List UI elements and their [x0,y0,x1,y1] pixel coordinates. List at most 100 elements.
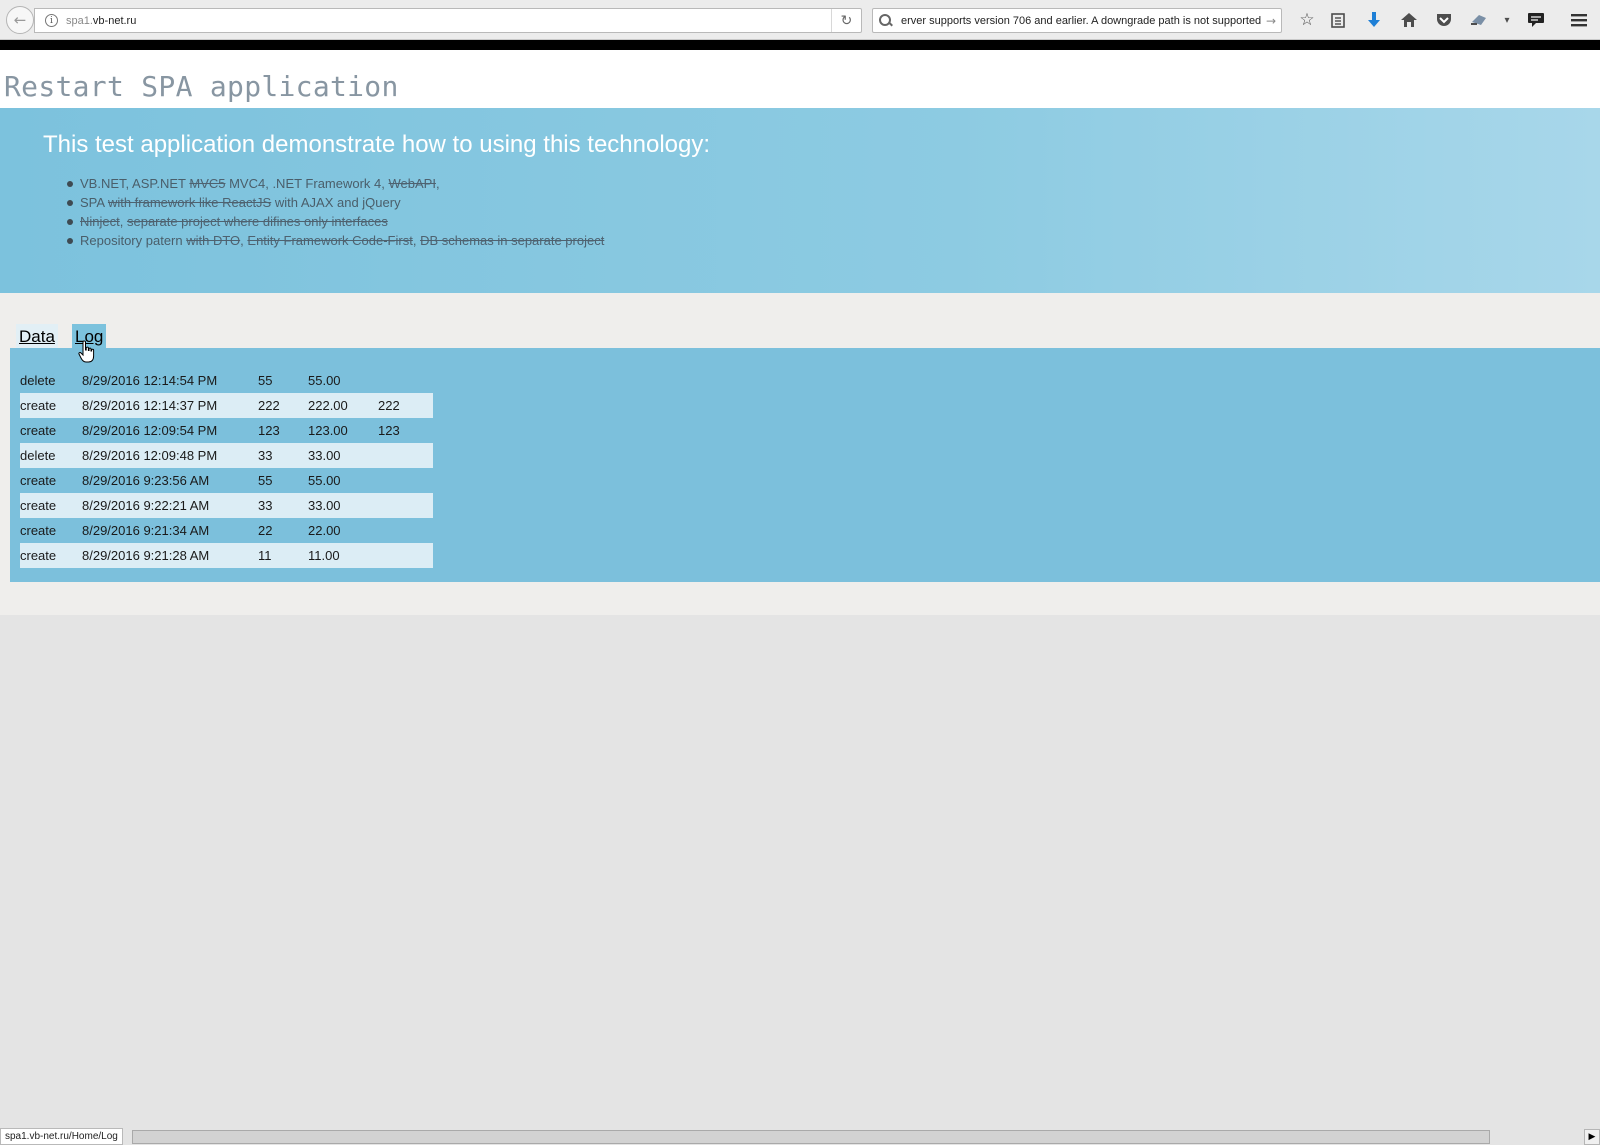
struck-text: with framework like ReactJS [107,195,272,210]
item-text: Repository patern [80,233,187,248]
log-name-cell [378,468,433,493]
hero-heading: This test application demonstrate how to… [43,131,711,158]
page-content: Restart SPA application This test applic… [0,50,1600,1128]
browser-toolbar: ← i spa1.vb-net.ru ↻ erver supports vers… [0,0,1600,40]
search-bar[interactable]: erver supports version 706 and earlier. … [872,8,1282,33]
log-id-cell: 11 [258,543,308,568]
download-arrow-icon[interactable] [1363,9,1385,31]
chevron-down-icon[interactable]: ▾ [1496,9,1518,31]
table-row: create 8/29/2016 9:22:21 AM 33 33.00 [20,493,433,518]
technology-item: Ninject, separate project where difines … [66,212,604,231]
back-arrow-icon: ← [13,11,27,29]
technology-list: VB.NET, ASP.NET MVC5 MVC4, .NET Framewor… [66,174,605,250]
toolbar-divider [0,40,1600,50]
home-svg [1401,13,1417,27]
log-action-cell: delete [20,373,56,388]
log-price-cell: 22.00 [308,523,341,538]
hand-cursor-icon [78,340,95,363]
hamburger-menu-icon[interactable] [1568,9,1590,31]
log-date-cell: 8/29/2016 12:14:37 PM [82,393,258,418]
table-row: create 8/29/2016 9:21:34 AM 22 22.00 [20,518,433,543]
address-bar[interactable]: i spa1.vb-net.ru ↻ [34,8,862,33]
status-url: spa1.vb-net.ru/Home/Log [0,1128,123,1145]
url-host: spa1. [66,14,93,27]
struck-text: MVC5 [189,176,226,191]
search-icon [879,13,893,28]
struck-text: DB schemas in separate project [420,233,605,248]
log-panel: delete 8/29/2016 12:14:54 PM 55 55.00 create… [10,348,1600,582]
sync-svg [1471,15,1486,25]
log-name-cell: 123 [378,423,400,438]
table-row: delete 8/29/2016 12:09:48 PM 33 33.00 [20,443,433,468]
scroll-right-arrow-icon[interactable]: ▶ [1584,1129,1600,1145]
speech-bubble-icon[interactable] [1525,9,1547,31]
log-price-cell: 55.00 [308,373,341,388]
back-button[interactable]: ← [6,6,34,34]
item-text: SPA [80,195,108,210]
log-id-cell: 22 [258,523,273,538]
log-price-cell: 33.00 [308,443,378,468]
reload-icon[interactable]: ↻ [831,9,861,32]
star-icon[interactable]: ☆ [1296,9,1318,31]
log-action-cell: create [20,543,82,568]
info-icon[interactable]: i [45,14,58,27]
struck-text: with DTO [186,233,241,248]
item-text: VB.NET, ASP.NET [80,176,190,191]
log-price-cell: 55.00 [308,473,341,488]
pocket-icon[interactable] [1433,9,1455,31]
log-price-cell: 33.00 [308,493,378,518]
log-id-cell: 222 [258,393,308,418]
item-text: , [412,233,421,248]
title-area: Restart SPA application [0,50,1600,108]
log-name-cell [378,493,433,518]
log-price-cell: 222.00 [308,393,378,418]
table-row: create 8/29/2016 12:14:37 PM 222 222.00 222 [20,393,433,418]
struck-text: WebAPI [388,176,436,191]
home-icon[interactable] [1398,9,1420,31]
download-svg [1368,12,1380,27]
log-id-cell: 55 [258,373,273,388]
log-date-cell: 8/29/2016 12:09:54 PM [82,423,218,438]
search-input[interactable]: erver supports version 706 and earlier. … [901,15,1261,27]
hero-banner: This test application demonstrate how to… [0,108,1600,293]
log-name-cell [378,518,433,543]
log-action-cell: delete [20,443,82,468]
log-table: delete 8/29/2016 12:14:54 PM 55 55.00 create… [20,368,433,568]
log-date-cell: 8/29/2016 9:22:21 AM [82,493,258,518]
technology-item: VB.NET, ASP.NET MVC5 MVC4, .NET Framewor… [66,174,604,193]
clipboard-svg [1331,13,1345,28]
log-price-cell: 123.00 [308,423,348,438]
technology-item: SPA with framework like ReactJS with AJA… [66,193,604,212]
struck-text: Entity Framework Code-First [247,233,413,248]
sync-icon[interactable] [1468,9,1490,31]
pocket-svg [1437,14,1451,26]
log-date-cell: 8/29/2016 12:09:48 PM [82,443,258,468]
page-title: Restart SPA application [4,70,399,103]
search-go-arrow-icon[interactable]: → [1261,14,1281,28]
log-name-cell [378,368,433,393]
speech-svg [1528,13,1544,27]
log-id-cell: 33 [258,493,308,518]
log-action-cell: create [20,423,57,438]
hamburger-svg [1571,14,1587,27]
log-date-cell: 8/29/2016 12:14:54 PM [82,373,218,388]
clipboard-icon[interactable] [1327,9,1349,31]
technology-item: Repository patern with DTO, Entity Frame… [66,231,605,250]
tab-data[interactable]: Data [16,324,58,350]
log-date-cell: 8/29/2016 9:21:34 AM [82,523,210,538]
item-text: with AJAX and jQuery [271,195,401,210]
table-row: create 8/29/2016 9:21:28 AM 11 11.00 [20,543,433,568]
log-date-cell: 8/29/2016 9:21:28 AM [82,543,258,568]
item-text: , [119,214,127,229]
log-id-cell: 55 [258,473,273,488]
struck-text: Ninject [80,214,120,229]
url-domain: vb-net.ru [92,14,137,27]
log-price-cell: 11.00 [308,543,378,568]
item-text: MVC4, .NET Framework 4, [225,176,389,191]
log-id-cell: 123 [258,423,280,438]
struck-text: separate project where difines only inte… [126,214,388,229]
url-text[interactable]: spa1.vb-net.ru [66,15,831,27]
horizontal-scrollbar[interactable] [132,1130,1490,1144]
log-name-cell [378,443,433,468]
log-id-cell: 33 [258,443,308,468]
